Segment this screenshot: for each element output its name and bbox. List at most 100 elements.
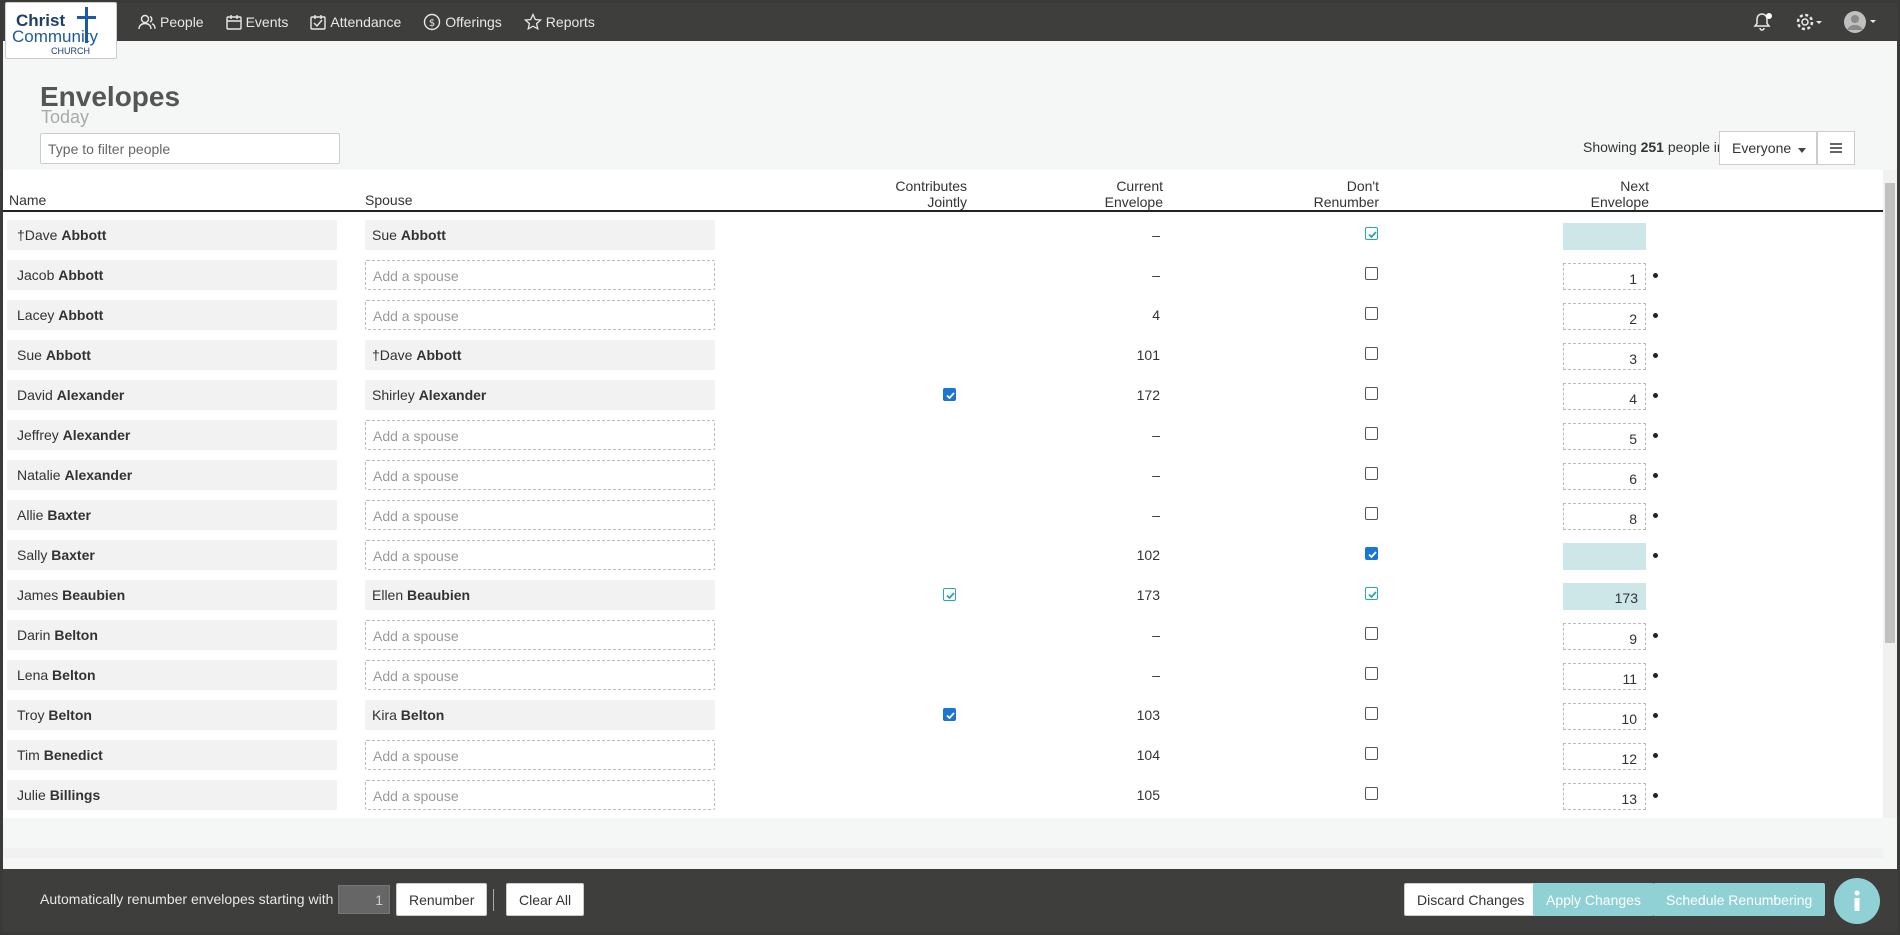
next-envelope-field[interactable]: 1 (1563, 263, 1646, 290)
nav-attendance-label: Attendance (330, 14, 402, 30)
next-envelope-field[interactable]: 10 (1563, 703, 1646, 730)
dont-renumber-checkbox[interactable] (1365, 547, 1378, 560)
renumber-start-input[interactable]: 1 (338, 885, 390, 914)
horizontal-scrollbar[interactable] (3, 848, 1883, 858)
column-dont-renumber[interactable]: Don't Renumber (1279, 178, 1379, 210)
next-envelope-field[interactable]: 8 (1563, 503, 1646, 530)
person-name[interactable]: Tim Benedict (7, 740, 337, 770)
add-spouse-field[interactable]: Add a spouse (365, 420, 715, 450)
column-next-line1: Next (1620, 178, 1649, 194)
changed-indicator (1653, 793, 1658, 798)
next-envelope-field[interactable]: 4 (1563, 383, 1646, 410)
person-name[interactable]: Jeffrey Alexander (7, 420, 337, 450)
user-menu-button[interactable] (1843, 10, 1877, 34)
person-name[interactable]: James Beaubien (7, 580, 337, 610)
spouse-name[interactable]: Sue Abbott (365, 220, 715, 250)
add-spouse-field[interactable]: Add a spouse (365, 780, 715, 810)
column-next-line2: Envelope (1590, 194, 1649, 210)
add-spouse-field[interactable]: Add a spouse (365, 620, 715, 650)
person-name[interactable]: Darin Belton (7, 620, 337, 650)
vertical-scrollbar[interactable] (1883, 170, 1897, 818)
person-name[interactable]: Sue Abbott (7, 340, 337, 370)
column-next-envelope[interactable]: Next Envelope (1549, 178, 1649, 210)
dont-renumber-checkbox[interactable] (1365, 427, 1378, 440)
person-name[interactable]: Lacey Abbott (7, 300, 337, 330)
dont-renumber-checkbox[interactable] (1365, 667, 1378, 680)
scrollbar-thumb[interactable] (1885, 183, 1895, 643)
person-name[interactable]: †Dave Abbott (7, 220, 337, 250)
dont-renumber-checkbox[interactable] (1365, 587, 1378, 600)
current-envelope: 105 (1136, 787, 1160, 803)
add-spouse-field[interactable]: Add a spouse (365, 540, 715, 570)
add-spouse-field[interactable]: Add a spouse (365, 500, 715, 530)
dont-renumber-checkbox[interactable] (1365, 747, 1378, 760)
logo-line3: CHURCH (51, 46, 90, 56)
filter-people-input[interactable] (40, 133, 340, 164)
column-spouse[interactable]: Spouse (365, 192, 412, 208)
person-name[interactable]: Troy Belton (7, 700, 337, 730)
avatar-icon (1844, 11, 1876, 33)
dont-renumber-checkbox[interactable] (1365, 507, 1378, 520)
table-row: Troy Belton Kira Belton 103 10 (3, 692, 1883, 732)
person-name[interactable]: Lena Belton (7, 660, 337, 690)
schedule-renumbering-button[interactable]: Schedule Renumbering (1653, 883, 1826, 916)
person-name[interactable]: Sally Baxter (7, 540, 337, 570)
next-envelope-field[interactable]: 9 (1563, 623, 1646, 650)
settings-button[interactable] (1795, 12, 1823, 32)
next-envelope-field[interactable]: 12 (1563, 743, 1646, 770)
next-envelope-field[interactable]: 5 (1563, 423, 1646, 450)
next-envelope-field[interactable]: 6 (1563, 463, 1646, 490)
nav-reports-label: Reports (545, 14, 595, 30)
next-envelope-field[interactable]: 13 (1563, 783, 1646, 810)
add-spouse-field[interactable]: Add a spouse (365, 300, 715, 330)
group-select[interactable]: Everyone (1719, 131, 1817, 165)
person-name[interactable]: David Alexander (7, 380, 337, 410)
nav-people[interactable]: People (138, 14, 204, 30)
info-button[interactable] (1834, 878, 1880, 924)
spouse-name[interactable]: Kira Belton (365, 700, 715, 730)
dont-renumber-checkbox[interactable] (1365, 627, 1378, 640)
dont-renumber-checkbox[interactable] (1365, 387, 1378, 400)
next-envelope-field[interactable]: 11 (1563, 663, 1646, 690)
discard-changes-button[interactable]: Discard Changes (1404, 883, 1538, 916)
person-name[interactable]: Natalie Alexander (7, 460, 337, 490)
renumber-button[interactable]: Renumber (396, 883, 488, 916)
add-spouse-field[interactable]: Add a spouse (365, 740, 715, 770)
person-name[interactable]: Jacob Abbott (7, 260, 337, 290)
spouse-name[interactable]: Ellen Beaubien (365, 580, 715, 610)
apply-changes-button[interactable]: Apply Changes (1533, 883, 1654, 916)
next-envelope-field[interactable]: 2 (1563, 303, 1646, 330)
add-spouse-field[interactable]: Add a spouse (365, 260, 715, 290)
person-name[interactable]: Allie Baxter (7, 500, 337, 530)
changed-indicator (1653, 393, 1658, 398)
column-name[interactable]: Name (9, 192, 46, 208)
list-options-button[interactable] (1817, 131, 1855, 165)
contributes-jointly-checkbox[interactable] (943, 388, 956, 401)
dont-renumber-checkbox[interactable] (1365, 307, 1378, 320)
next-envelope-field[interactable]: 3 (1563, 343, 1646, 370)
nav-attendance[interactable]: Attendance (310, 14, 401, 30)
spouse-name[interactable]: †Dave Abbott (365, 340, 715, 370)
nav-events[interactable]: Events (225, 14, 288, 30)
add-spouse-field[interactable]: Add a spouse (365, 660, 715, 690)
contributes-jointly-checkbox[interactable] (943, 588, 956, 601)
nav-offerings[interactable]: $ Offerings (423, 13, 502, 31)
current-envelope: – (1152, 227, 1160, 243)
notifications-button[interactable] (1753, 12, 1775, 32)
nav-reports[interactable]: Reports (523, 13, 595, 31)
church-logo[interactable]: Christ Community CHURCH (5, 2, 117, 59)
person-last-name: Benedict (43, 747, 103, 763)
contributes-jointly-checkbox[interactable] (943, 708, 956, 721)
spouse-name[interactable]: Shirley Alexander (365, 380, 715, 410)
add-spouse-field[interactable]: Add a spouse (365, 460, 715, 490)
dont-renumber-checkbox[interactable] (1365, 787, 1378, 800)
dont-renumber-checkbox[interactable] (1365, 707, 1378, 720)
dont-renumber-checkbox[interactable] (1365, 467, 1378, 480)
dont-renumber-checkbox[interactable] (1365, 227, 1378, 240)
dont-renumber-checkbox[interactable] (1365, 347, 1378, 360)
clear-all-button[interactable]: Clear All (506, 883, 585, 916)
column-contributes-jointly[interactable]: Contributes Jointly (873, 178, 967, 210)
person-name[interactable]: Julie Billings (7, 780, 337, 810)
dont-renumber-checkbox[interactable] (1365, 267, 1378, 280)
column-current-envelope[interactable]: Current Envelope (1063, 178, 1163, 210)
